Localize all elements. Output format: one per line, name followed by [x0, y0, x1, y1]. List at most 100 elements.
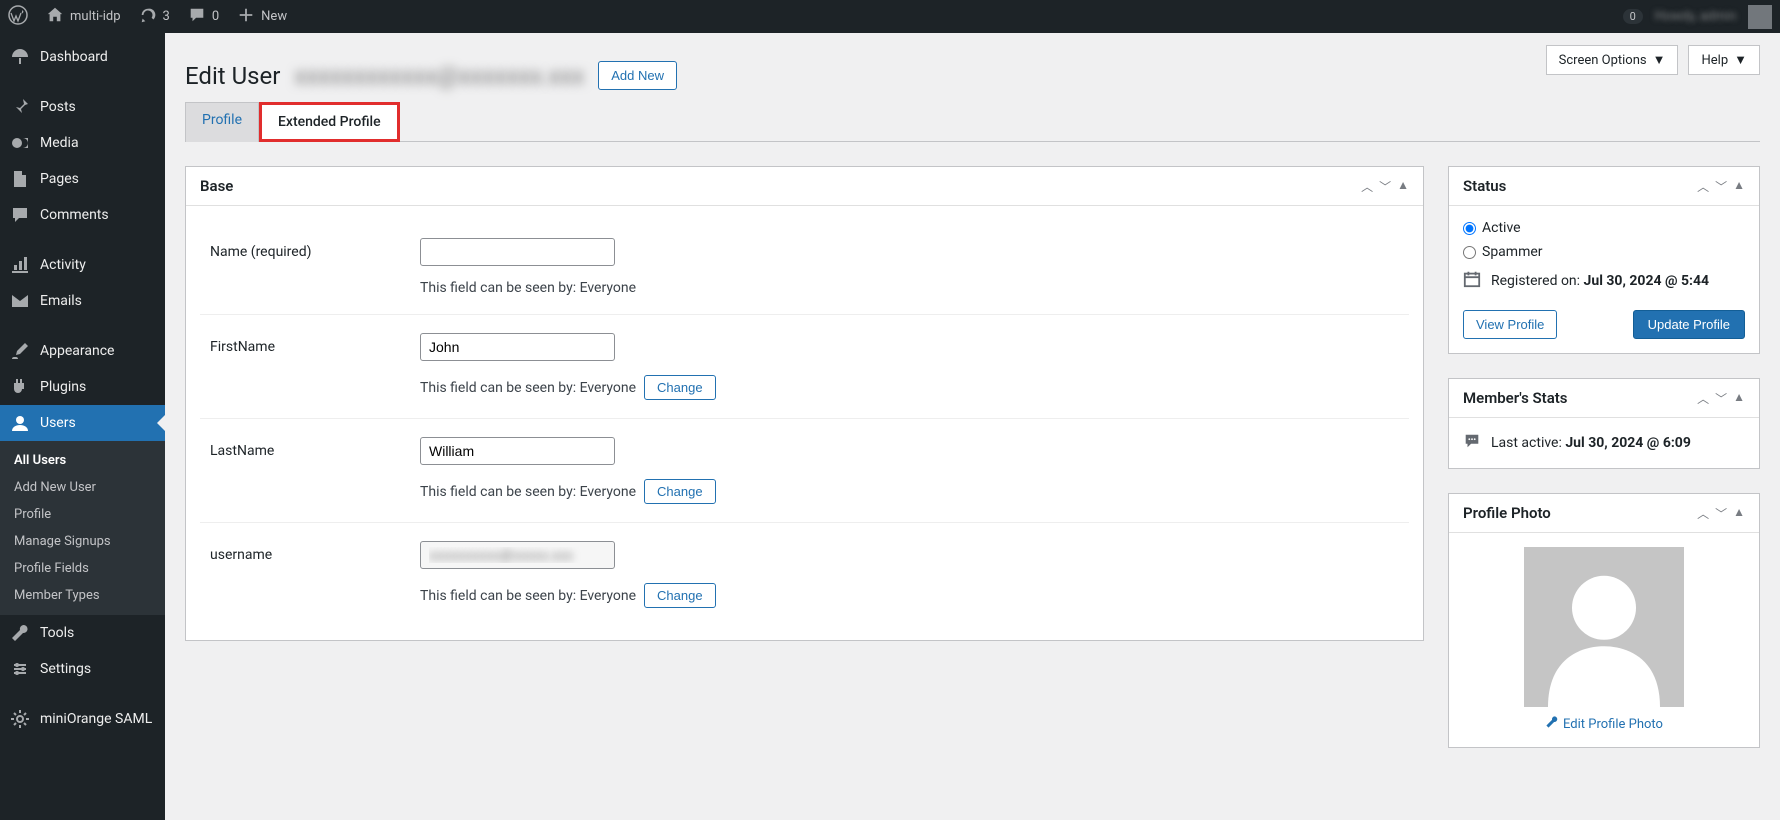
sidebar-item-settings[interactable]: Settings [0, 651, 165, 687]
plugin-icon [10, 377, 30, 397]
comments-link[interactable]: 0 [188, 6, 219, 28]
field-row-firstname: FirstName This field can be seen by: Eve… [200, 315, 1409, 419]
sidebar-sub-add-new[interactable]: Add New User [0, 474, 165, 501]
chevron-up-icon[interactable]: ︿ [1697, 505, 1709, 522]
brush-icon [10, 341, 30, 361]
update-profile-button[interactable]: Update Profile [1633, 310, 1745, 339]
comments-count: 0 [212, 9, 219, 24]
settings-icon [10, 659, 30, 679]
base-panel-title: Base [200, 177, 233, 195]
sidebar-sub-manage-signups[interactable]: Manage Signups [0, 528, 165, 555]
user-greeting[interactable]: Howdy, admin [1655, 9, 1736, 24]
firstname-change-button[interactable]: Change [644, 375, 716, 400]
chevron-up-icon[interactable]: ︿ [1697, 178, 1709, 195]
caret-up-icon[interactable]: ▲ [1733, 178, 1745, 195]
sidebar-item-posts[interactable]: Posts [0, 89, 165, 125]
firstname-input[interactable] [420, 333, 615, 361]
status-active-label: Active [1482, 220, 1521, 236]
caret-up-icon[interactable]: ▲ [1397, 178, 1409, 195]
status-panel-title: Status [1463, 177, 1506, 195]
sidebar-item-activity[interactable]: Activity [0, 247, 165, 283]
sidebar-sub-profile-fields[interactable]: Profile Fields [0, 555, 165, 582]
sidebar-item-users[interactable]: Users [0, 405, 165, 441]
field-label-name: Name (required) [210, 238, 420, 260]
add-new-button[interactable]: Add New [598, 61, 677, 90]
updates-icon [139, 6, 157, 28]
chevron-up-icon[interactable]: ︿ [1361, 178, 1373, 195]
sidebar-item-label: Settings [40, 661, 91, 677]
chevron-up-icon[interactable]: ︿ [1697, 390, 1709, 407]
new-content[interactable]: New [237, 6, 287, 28]
tab-profile[interactable]: Profile [185, 102, 259, 142]
status-active-radio[interactable] [1463, 222, 1476, 235]
comment-icon [188, 6, 206, 28]
calendar-icon [1463, 270, 1481, 292]
sidebar-item-label: Emails [40, 293, 82, 309]
gear-icon [10, 709, 30, 729]
sidebar-submenu-users: All Users Add New User Profile Manage Si… [0, 441, 165, 615]
sidebar-sub-member-types[interactable]: Member Types [0, 582, 165, 609]
edit-profile-photo-link[interactable]: Edit Profile Photo [1463, 715, 1745, 733]
view-profile-button[interactable]: View Profile [1463, 310, 1557, 339]
screen-options-tab[interactable]: Screen Options ▼ [1546, 45, 1679, 75]
member-stats-panel: Member's Stats ︿ ﹀ ▲ [1448, 378, 1760, 469]
caret-up-icon[interactable]: ▲ [1733, 505, 1745, 522]
name-hint: This field can be seen by: Everyone [420, 280, 636, 296]
sidebar-item-miniorange[interactable]: miniOrange SAML [0, 701, 165, 737]
sidebar-sub-profile[interactable]: Profile [0, 501, 165, 528]
help-tab[interactable]: Help ▼ [1688, 45, 1760, 75]
profile-tabs: Profile Extended Profile [185, 102, 1760, 142]
chevron-down-icon[interactable]: ﹀ [1715, 390, 1727, 407]
username-hint: This field can be seen by: Everyone [420, 588, 636, 604]
caret-up-icon[interactable]: ▲ [1733, 390, 1745, 407]
profile-photo-panel: Profile Photo ︿ ﹀ ▲ [1448, 493, 1760, 748]
sidebar-item-label: Posts [40, 99, 76, 115]
status-spammer-label: Spammer [1482, 244, 1543, 260]
wrench-icon [1545, 715, 1559, 733]
user-avatar-small[interactable] [1748, 5, 1772, 29]
page-title: Edit User [185, 62, 280, 90]
wordpress-icon [8, 5, 28, 29]
lastname-change-button[interactable]: Change [644, 479, 716, 504]
sidebar-item-pages[interactable]: Pages [0, 161, 165, 197]
help-label: Help [1701, 53, 1728, 68]
status-panel: Status ︿ ﹀ ▲ Active [1448, 166, 1760, 354]
lastname-input[interactable] [420, 437, 615, 465]
sidebar-item-dashboard[interactable]: Dashboard [0, 39, 165, 75]
sidebar-item-appearance[interactable]: Appearance [0, 333, 165, 369]
new-label: New [261, 9, 287, 24]
sidebar-sub-all-users[interactable]: All Users [0, 447, 165, 474]
username-input[interactable] [420, 541, 615, 569]
main-content: Screen Options ▼ Help ▼ Edit User xxxxxx… [165, 33, 1780, 820]
notification-count[interactable]: 0 [1623, 9, 1643, 24]
chevron-down-icon[interactable]: ﹀ [1715, 178, 1727, 195]
page-title-username: xxxxxxxxxxxx@xxxxxxx.xxx [294, 62, 584, 90]
dashboard-icon [10, 47, 30, 67]
sidebar-item-tools[interactable]: Tools [0, 615, 165, 651]
last-active-label: Last active: [1491, 435, 1562, 451]
comment-icon [10, 205, 30, 225]
sidebar-item-plugins[interactable]: Plugins [0, 369, 165, 405]
site-name: multi-idp [70, 9, 121, 24]
tab-extended-profile[interactable]: Extended Profile [259, 102, 400, 142]
sidebar-item-emails[interactable]: Emails [0, 283, 165, 319]
wp-logo[interactable] [8, 5, 28, 29]
home-icon [46, 6, 64, 28]
chevron-down-icon[interactable]: ﹀ [1379, 178, 1391, 195]
sidebar-item-label: Comments [40, 207, 109, 223]
sidebar-item-label: Tools [40, 625, 74, 641]
status-spammer-radio[interactable] [1463, 246, 1476, 259]
sidebar-item-comments[interactable]: Comments [0, 197, 165, 233]
sidebar-item-label: Dashboard [40, 49, 108, 65]
admin-toolbar: multi-idp 3 0 New 0 Howdy, admin [0, 0, 1780, 33]
sidebar-item-media[interactable]: Media [0, 125, 165, 161]
site-home[interactable]: multi-idp [46, 6, 121, 28]
firstname-hint: This field can be seen by: Everyone [420, 380, 636, 396]
username-change-button[interactable]: Change [644, 583, 716, 608]
name-input[interactable] [420, 238, 615, 266]
updates-link[interactable]: 3 [139, 6, 170, 28]
lastname-hint: This field can be seen by: Everyone [420, 484, 636, 500]
field-row-lastname: LastName This field can be seen by: Ever… [200, 419, 1409, 523]
email-icon [10, 291, 30, 311]
chevron-down-icon[interactable]: ﹀ [1715, 505, 1727, 522]
